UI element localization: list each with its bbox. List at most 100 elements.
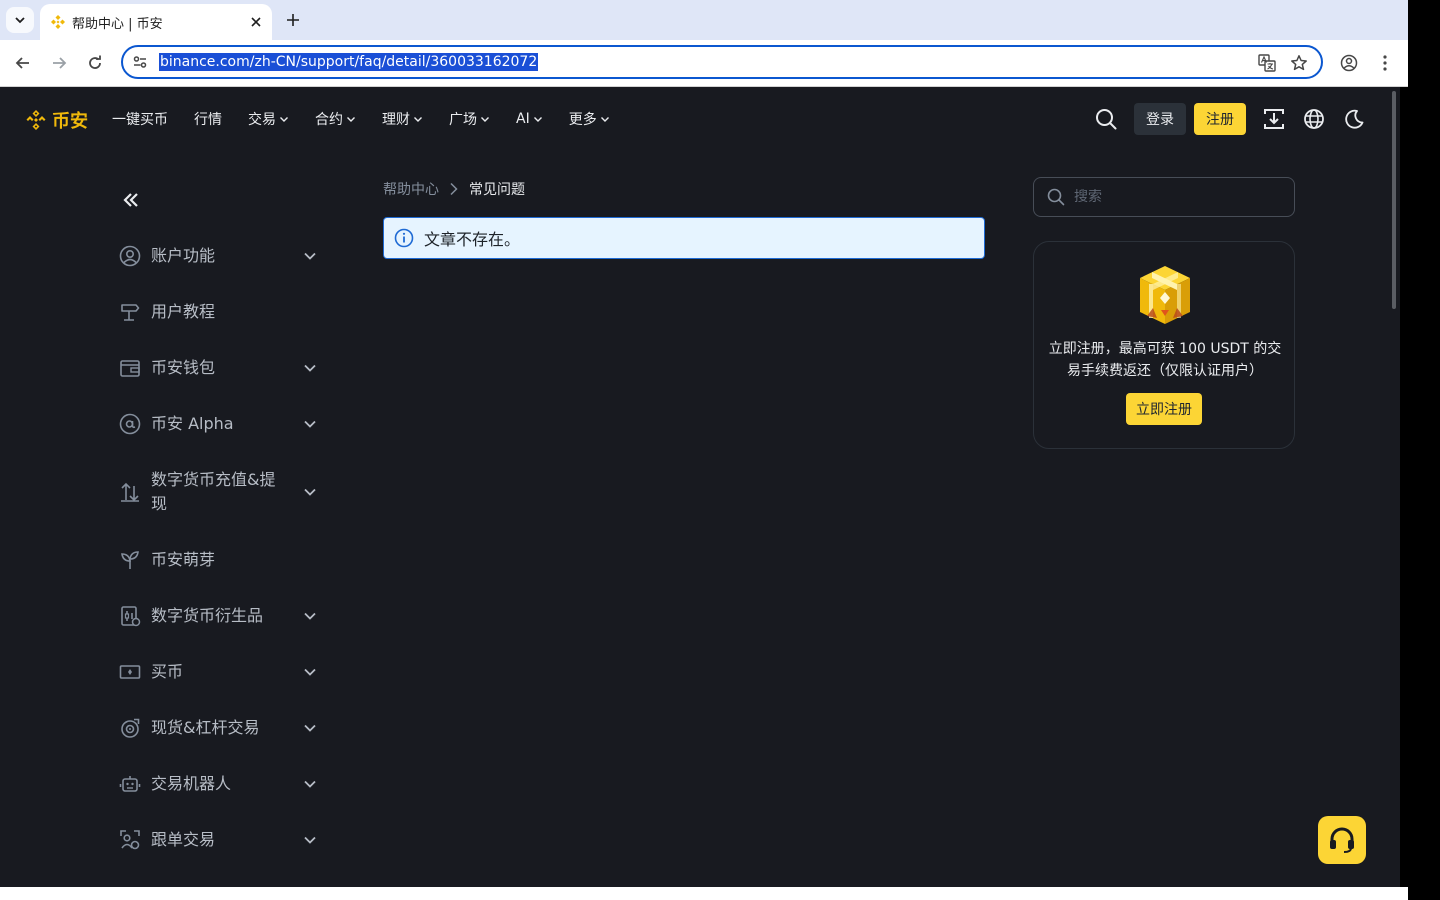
address-bar[interactable]: binance.com/zh-CN/support/faq/detail/360… <box>121 45 1323 79</box>
translate-icon[interactable] <box>1256 52 1278 74</box>
breadcrumb: 帮助中心 常见问题 <box>383 179 525 199</box>
sidebar-item-label: 币安钱包 <box>151 358 216 377</box>
globe-icon[interactable] <box>1302 107 1326 131</box>
sidebar-item-copy-trading[interactable]: 跟单交易 <box>118 828 328 852</box>
sidebar-item-label: 现货&杠杆交易 <box>151 718 260 737</box>
profile-icon[interactable] <box>1335 49 1363 77</box>
wallet-icon <box>118 356 142 380</box>
favicon <box>50 14 66 30</box>
sidebar-item-label: 账户功能 <box>151 246 216 265</box>
spot-margin-icon <box>118 716 142 740</box>
forward-icon[interactable] <box>45 49 73 77</box>
plus-icon[interactable] <box>280 7 306 33</box>
chevron-down-icon <box>533 114 543 124</box>
header-actions: 登录 注册 <box>1094 103 1366 135</box>
sidebar-item-label: 币安萌芽 <box>151 550 216 569</box>
sidebar-item-label: 数字货币衍生品 <box>151 606 264 625</box>
reload-icon[interactable] <box>81 49 109 77</box>
search-input[interactable] <box>1074 189 1274 205</box>
page-scrollbar[interactable] <box>1388 87 1400 887</box>
collapse-sidebar-icon[interactable] <box>118 187 144 213</box>
nav-label: 广场 <box>449 112 477 128</box>
tab-title: 帮助中心 | 币安 <box>72 16 163 32</box>
chevron-down-icon[interactable] <box>300 662 320 682</box>
derivatives-icon <box>118 604 142 628</box>
search-icon[interactable] <box>1094 107 1118 131</box>
scrollbar-thumb[interactable] <box>1392 91 1396 309</box>
headset-icon <box>1330 827 1354 853</box>
window-edge <box>1408 0 1440 900</box>
nav-label: 交易 <box>248 112 276 128</box>
customer-support-button[interactable] <box>1318 816 1366 864</box>
alert-message: 文章不存在。 <box>424 230 521 249</box>
chevron-down-icon[interactable] <box>300 246 320 266</box>
sidebar-item-account[interactable]: 账户功能 <box>118 244 328 268</box>
sidebar-item-buy-crypto[interactable]: 买币 <box>118 660 328 684</box>
register-button[interactable]: 注册 <box>1194 103 1246 135</box>
nav-item-markets[interactable]: 行情 <box>194 107 222 131</box>
copy-trading-icon <box>118 828 142 852</box>
binance-logo[interactable]: 币安 <box>24 107 88 133</box>
kebab-menu-icon[interactable] <box>1371 49 1399 77</box>
nav-label: AI <box>516 111 530 127</box>
browser-tab[interactable]: 帮助中心 | 币安 <box>40 4 272 40</box>
chevron-down-icon[interactable] <box>300 606 320 626</box>
info-icon <box>393 227 415 249</box>
sidebar-item-launchpool[interactable]: 币安萌芽 <box>118 548 328 572</box>
close-icon[interactable] <box>244 10 268 34</box>
sidebar-item-trading-bots[interactable]: 交易机器人 <box>118 772 328 796</box>
signpost-icon <box>118 300 142 324</box>
site-header: 币安 一键买币 行情 交易 合约 理财 广场 AI 更多 登录 注册 <box>0 87 1388 151</box>
register-now-button[interactable]: 立即注册 <box>1126 393 1202 425</box>
chevron-down-icon <box>279 114 289 124</box>
nav-item-trade[interactable]: 交易 <box>248 107 289 131</box>
site-info-icon[interactable] <box>129 51 151 73</box>
login-button[interactable]: 登录 <box>1134 103 1186 135</box>
sidebar-item-alpha[interactable]: 币安 Alpha <box>118 412 328 436</box>
chevron-down-icon[interactable] <box>300 358 320 378</box>
sidebar-item-label: 数字货币充值&提现 <box>151 470 276 513</box>
sidebar-item-label: 交易机器人 <box>151 774 232 793</box>
sidebar-item-wallet[interactable]: 币安钱包 <box>118 356 328 380</box>
back-icon[interactable] <box>9 49 37 77</box>
user-circle-icon <box>118 244 142 268</box>
breadcrumb-home-link[interactable]: 帮助中心 <box>383 179 439 199</box>
sidebar-item-derivatives[interactable]: 数字货币衍生品 <box>118 604 328 628</box>
chevron-down-icon <box>413 114 423 124</box>
star-icon[interactable] <box>1288 52 1310 74</box>
chevron-down-icon <box>346 114 356 124</box>
chevron-down-icon[interactable] <box>300 718 320 738</box>
sidebar-item-label: 用户教程 <box>151 302 216 321</box>
window-bottom-edge <box>0 887 1408 900</box>
nav-item-buy-crypto[interactable]: 一键买币 <box>112 107 168 131</box>
at-sign-icon <box>118 412 142 436</box>
chevron-right-icon <box>449 182 459 196</box>
moon-icon[interactable] <box>1342 107 1366 131</box>
tab-search-icon[interactable] <box>6 7 34 33</box>
page: 币安 一键买币 行情 交易 合约 理财 广场 AI 更多 登录 注册 账户功能 … <box>0 87 1400 887</box>
deposit-icon <box>118 480 142 504</box>
nav-item-more[interactable]: 更多 <box>569 107 610 131</box>
chevron-down-icon <box>480 114 490 124</box>
sidebar-item-deposit-withdraw[interactable]: 数字货币充值&提现 <box>118 468 328 516</box>
binance-diamond-icon <box>26 110 46 130</box>
nav-item-futures[interactable]: 合约 <box>315 107 356 131</box>
sidebar-item-spot-margin[interactable]: 现货&杠杆交易 <box>118 716 328 740</box>
nav-item-earn[interactable]: 理财 <box>382 107 423 131</box>
promo-text: 立即注册，最高可获 100 USDT 的交易手续费返还（仅限认证用户） <box>1048 341 1282 379</box>
chevron-down-icon[interactable] <box>300 414 320 434</box>
nav-label: 行情 <box>194 112 222 128</box>
screen: 帮助中心 | 币安 binance.com/zh-CN/support/faq/… <box>0 0 1440 900</box>
sidebar-item-tutorials[interactable]: 用户教程 <box>118 300 328 324</box>
url-text[interactable]: binance.com/zh-CN/support/faq/detail/360… <box>159 53 539 71</box>
chevron-down-icon[interactable] <box>300 774 320 794</box>
main-menu: 一键买币 行情 交易 合约 理财 广场 AI 更多 <box>112 107 636 131</box>
nav-item-square[interactable]: 广场 <box>449 107 490 131</box>
nav-label: 合约 <box>315 112 343 128</box>
faq-search-box[interactable] <box>1033 177 1295 217</box>
nav-item-ai[interactable]: AI <box>516 107 543 131</box>
chevron-down-icon[interactable] <box>300 830 320 850</box>
sprout-icon <box>118 548 142 572</box>
download-icon[interactable] <box>1262 107 1286 131</box>
chevron-down-icon[interactable] <box>300 482 320 502</box>
